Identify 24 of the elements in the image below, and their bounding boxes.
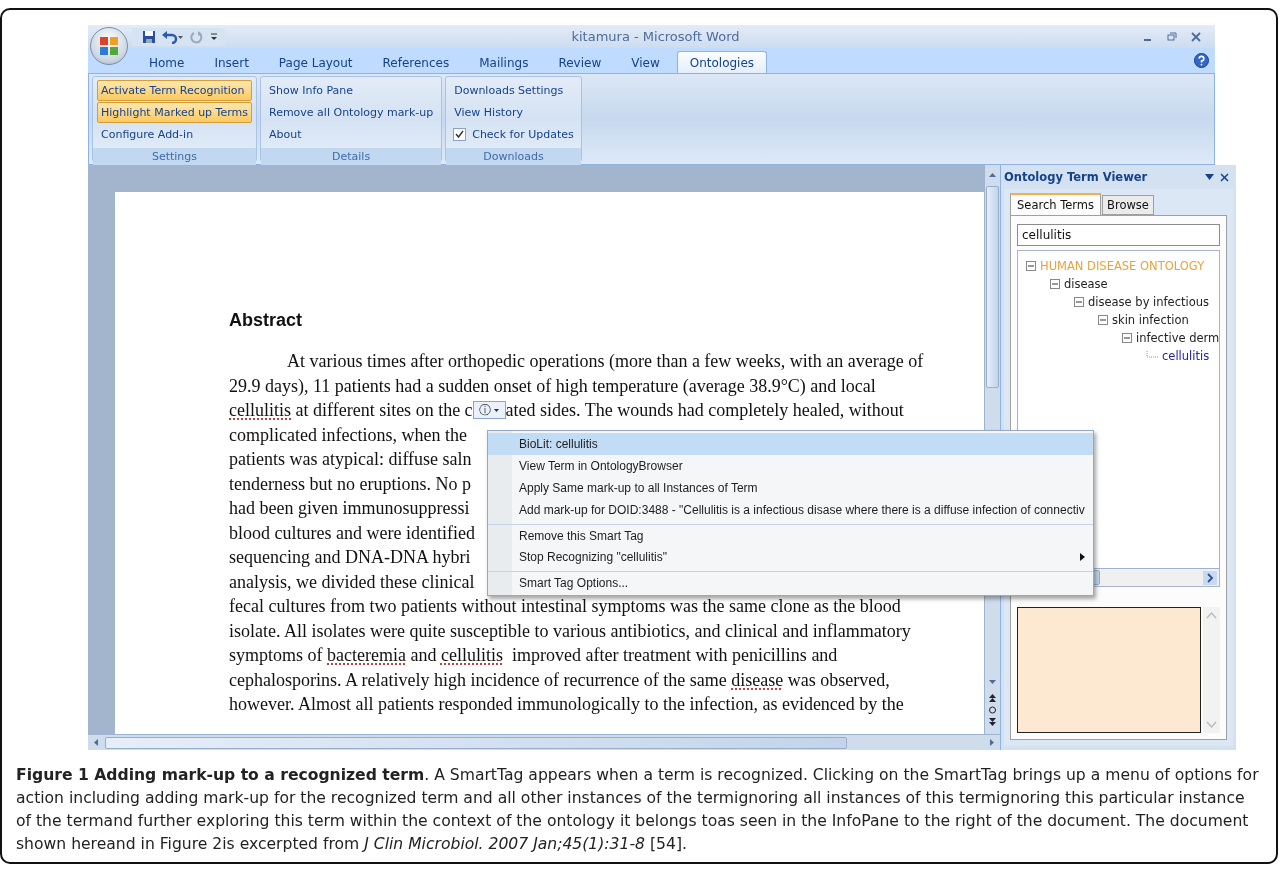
group-label: Downloads bbox=[446, 148, 581, 165]
document-text: however. Almost all patients responded immunologically to the infection, as evidenced by the bbox=[229, 693, 904, 716]
figure-caption: Figure 1 Adding mark-up to a recognized term. A SmartTag appears when a term is recognized. Clicking on the SmartTag brings up a menu of options for action including adding mark-up for the recognized term and all other instances of the termignoring all instances of this termignoring this particular instance of the termand further exploring this term within the context of the ontology it belongs toas seen in the InfoPane to the right of the document. The document shown hereand in Figure 2is excerpted from J Clin Microbiol. 2007 Jan;45(1):31-8 [54]. bbox=[16, 765, 1260, 855]
document-text: At various times after orthopedic operations (more than a few weeks, with an average of bbox=[287, 350, 924, 373]
document-text: 29.9 days), 11 patients had a sudden onset of high temperature (average 38.9°C) and local bbox=[229, 374, 876, 398]
document-text: analysis, we divided these clinical bbox=[229, 570, 475, 594]
document-text: fecal cultures from two patients without intestinal symptoms was the same clone as the blood bbox=[229, 595, 901, 618]
document-text: sequencing and DNA-DNA hybri bbox=[229, 546, 471, 569]
document-text: blood cultures and were identified bbox=[229, 521, 475, 545]
checkbox-label: Check for Updates bbox=[472, 128, 574, 141]
document-text: had been given immunosuppressi bbox=[229, 497, 470, 520]
document-text: tenderness but no eruptions. No p bbox=[229, 472, 471, 496]
document-text: patients was atypical: diffuse saln bbox=[229, 448, 472, 471]
group-label: Details bbox=[261, 148, 442, 165]
document-text: symptoms of bacteremia and cellulitis improved after treatment with penicillins and bbox=[229, 644, 838, 667]
document-text: ated sides. The wounds had completely healed, without bbox=[505, 399, 904, 422]
group-label: Settings bbox=[93, 148, 256, 165]
document-text: isolate. All isolates were quite susceptible to various antibiotics, and clinical and inflammatory bbox=[229, 619, 911, 643]
window-title: kitamura - Microsoft Word bbox=[570, 29, 741, 44]
pane-title: Ontology Term Viewer bbox=[1004, 170, 1149, 184]
document-text: cephalosporins. A relatively high incidence of recurrence of the same disease was observed, bbox=[229, 668, 890, 692]
document-text: complicated infections, when the bbox=[229, 423, 467, 447]
document-text: cellulitis at different sites on the c bbox=[229, 399, 473, 422]
document-heading: Abstract bbox=[229, 310, 303, 331]
